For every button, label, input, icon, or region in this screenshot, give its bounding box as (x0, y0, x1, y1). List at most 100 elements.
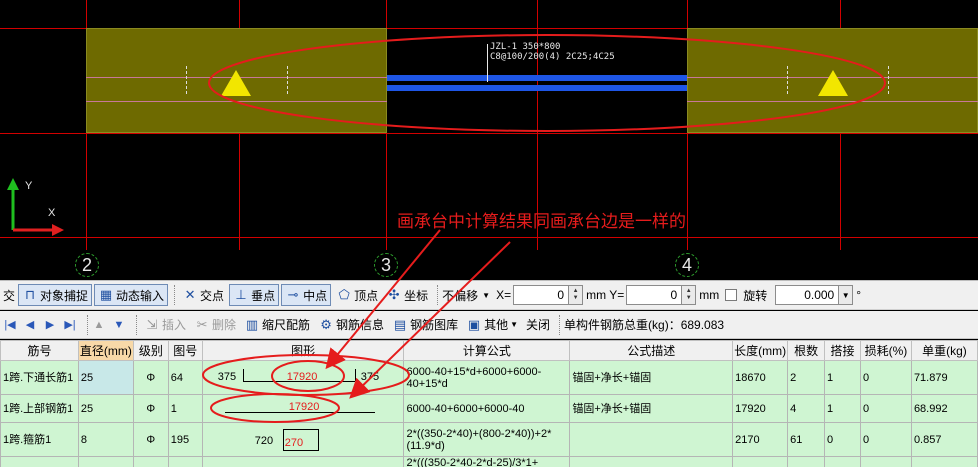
cell-count[interactable] (787, 456, 826, 467)
column-header[interactable]: 公式描述 (569, 340, 734, 361)
cell-lap[interactable]: 1 (824, 394, 861, 423)
column-header[interactable]: 损耗(%) (860, 340, 912, 361)
cell-figure-no[interactable]: 195 (167, 422, 203, 457)
intersection-snap-button[interactable]: ✕ 交点 (179, 284, 227, 306)
toolbar-cut-item[interactable]: 交 (0, 284, 18, 306)
cell-weight[interactable]: 68.992 (910, 394, 978, 423)
column-header[interactable]: 级别 (132, 340, 169, 361)
coordinate-snap-button[interactable]: ✣ 坐标 (383, 284, 431, 306)
cell-grade[interactable]: Φ (132, 422, 169, 457)
insert-button[interactable]: ⇲ 插入 (141, 314, 189, 336)
cell-loss[interactable] (860, 456, 912, 467)
table-row[interactable]: 2*(((350-2*40-2*d-25)/3*1+ (0, 456, 978, 467)
column-header[interactable]: 计算公式 (403, 340, 571, 361)
last-record-icon[interactable]: ▶| (63, 318, 77, 331)
cell-description[interactable]: 锚固+净长+锚固 (569, 360, 734, 395)
table-row[interactable]: 1跨.上部钢筋1 25 Φ 1 17920 6000-40+6000+6000-… (0, 394, 978, 423)
cell-shape[interactable] (201, 456, 405, 467)
cell-formula[interactable]: 6000-40+6000+6000-40 (403, 394, 571, 423)
cell-grade[interactable]: Φ (132, 360, 169, 395)
scale-rebar-label: 缩尺配筋 (262, 318, 311, 332)
cell-formula[interactable]: 2*((350-2*40)+(800-2*40))+2*(11.9*d) (403, 422, 571, 457)
next-record-icon[interactable]: ▶ (43, 318, 57, 331)
offset-mode-select[interactable]: 不偏移 ▼ (442, 287, 490, 304)
cell-lap[interactable] (824, 456, 861, 467)
cell-loss[interactable]: 0 (860, 422, 912, 457)
column-header[interactable]: 长度(mm) (732, 340, 789, 361)
rotate-angle-input[interactable]: 0.000 (775, 285, 840, 305)
cell-length[interactable]: 17920 (732, 394, 789, 423)
dynamic-input-button[interactable]: ▦ 动态输入 (94, 284, 169, 306)
delete-icon: ✂ (196, 316, 208, 332)
object-snap-button[interactable]: ⊓ 对象捕捉 (18, 284, 93, 306)
vertex-snap-button[interactable]: ⬠ 顶点 (333, 284, 381, 306)
scale-rebar-icon: ▥ (245, 316, 259, 332)
column-header[interactable]: 图号 (167, 340, 203, 361)
column-header[interactable]: 根数 (787, 340, 826, 361)
perpendicular-snap-button[interactable]: ⊥ 垂点 (229, 284, 280, 306)
column-header[interactable]: 搭接 (824, 340, 861, 361)
cell-shape[interactable]: 720 270 (201, 422, 405, 457)
cell-loss[interactable]: 0 (860, 394, 912, 423)
close-button[interactable]: 关闭 (523, 314, 553, 336)
midpoint-snap-button[interactable]: ⊸ 中点 (281, 284, 332, 306)
delete-button[interactable]: ✂ 删除 (191, 314, 239, 336)
cell-count[interactable]: 4 (787, 394, 826, 423)
cell-figure-no[interactable]: 64 (167, 360, 203, 395)
cell-bar-name[interactable]: 1跨.下通长筋1 (0, 360, 79, 395)
cell-bar-name[interactable]: 1跨.上部钢筋1 (0, 394, 79, 423)
coordinate-label: 坐标 (404, 288, 429, 303)
y-spinner[interactable]: ▲ ▼ (682, 285, 697, 305)
cell-weight[interactable]: 71.879 (910, 360, 978, 395)
cell-length[interactable]: 2170 (732, 422, 789, 457)
cell-shape[interactable]: 375 17920 375 (201, 360, 405, 395)
move-down-icon[interactable]: ▼ (112, 319, 126, 331)
cell-lap[interactable]: 1 (824, 360, 861, 395)
cad-drawing-canvas[interactable]: JZL-1 350*800 C8@100/200(4) 2C25;4C25 Y … (0, 0, 978, 280)
cell-diameter[interactable]: 25 (77, 394, 134, 423)
table-header-row: 筋号 直径(mm) 级别 图号 图形 计算公式 公式描述 长度(mm) 根数 搭… (0, 340, 978, 361)
cell-lap[interactable]: 0 (824, 422, 861, 457)
cell-bar-name[interactable] (0, 456, 79, 467)
previous-record-icon[interactable]: ◀ (23, 318, 37, 331)
x-coordinate-input[interactable]: 0 (513, 285, 570, 305)
column-header[interactable]: 单重(kg) (910, 340, 978, 361)
cell-description[interactable]: 锚固+净长+锚固 (569, 394, 734, 423)
cell-length[interactable] (732, 456, 789, 467)
x-spinner[interactable]: ▲ ▼ (569, 285, 584, 305)
rebar-library-button[interactable]: ▤ 钢筋图库 (389, 314, 461, 336)
cell-figure-no[interactable]: 1 (167, 394, 203, 423)
move-up-icon[interactable]: ▲ (92, 319, 106, 331)
cell-weight[interactable]: 0.857 (910, 422, 978, 457)
cell-bar-name[interactable]: 1跨.箍筋1 (0, 422, 79, 457)
cell-diameter[interactable]: 25 (77, 360, 134, 395)
other-menu-button[interactable]: ▣ 其他 ▼ (463, 314, 521, 336)
cell-loss[interactable]: 0 (860, 360, 912, 395)
cell-count[interactable]: 61 (787, 422, 826, 457)
rebar-info-button[interactable]: ⚙ 钢筋信息 (315, 314, 387, 336)
cell-formula[interactable]: 2*(((350-2*40-2*d-25)/3*1+ (403, 456, 571, 467)
table-row[interactable]: 1跨.下通长筋1 25 Φ 64 375 17920 375 6000-40+1… (0, 360, 978, 395)
ucs-x-label: X (48, 207, 56, 219)
cell-figure-no[interactable] (167, 456, 203, 467)
cell-description[interactable] (569, 456, 734, 467)
cell-length[interactable]: 18670 (732, 360, 789, 395)
column-header[interactable]: 筋号 (0, 340, 79, 361)
column-header[interactable]: 图形 (201, 340, 405, 361)
y-coordinate-input[interactable]: 0 (626, 285, 683, 305)
cell-formula[interactable]: 6000-40+15*d+6000+6000-40+15*d (403, 360, 571, 395)
cell-shape[interactable]: 17920 (201, 394, 405, 423)
cell-grade[interactable] (132, 456, 169, 467)
table-row[interactable]: 1跨.箍筋1 8 Φ 195 720 270 2*((350-2*40)+(80… (0, 422, 978, 457)
rotate-dropdown-icon[interactable]: ▼ (839, 285, 854, 305)
cell-grade[interactable]: Φ (132, 394, 169, 423)
cell-diameter[interactable]: 8 (77, 422, 134, 457)
cell-weight[interactable] (910, 456, 978, 467)
column-header[interactable]: 直径(mm) (77, 340, 134, 361)
rotate-checkbox[interactable] (725, 289, 738, 301)
scale-rebar-button[interactable]: ▥ 缩尺配筋 (241, 314, 313, 336)
cell-diameter[interactable] (77, 456, 134, 467)
first-record-icon[interactable]: |◀ (3, 318, 17, 331)
cell-count[interactable]: 2 (787, 360, 826, 395)
cell-description[interactable] (569, 422, 734, 457)
